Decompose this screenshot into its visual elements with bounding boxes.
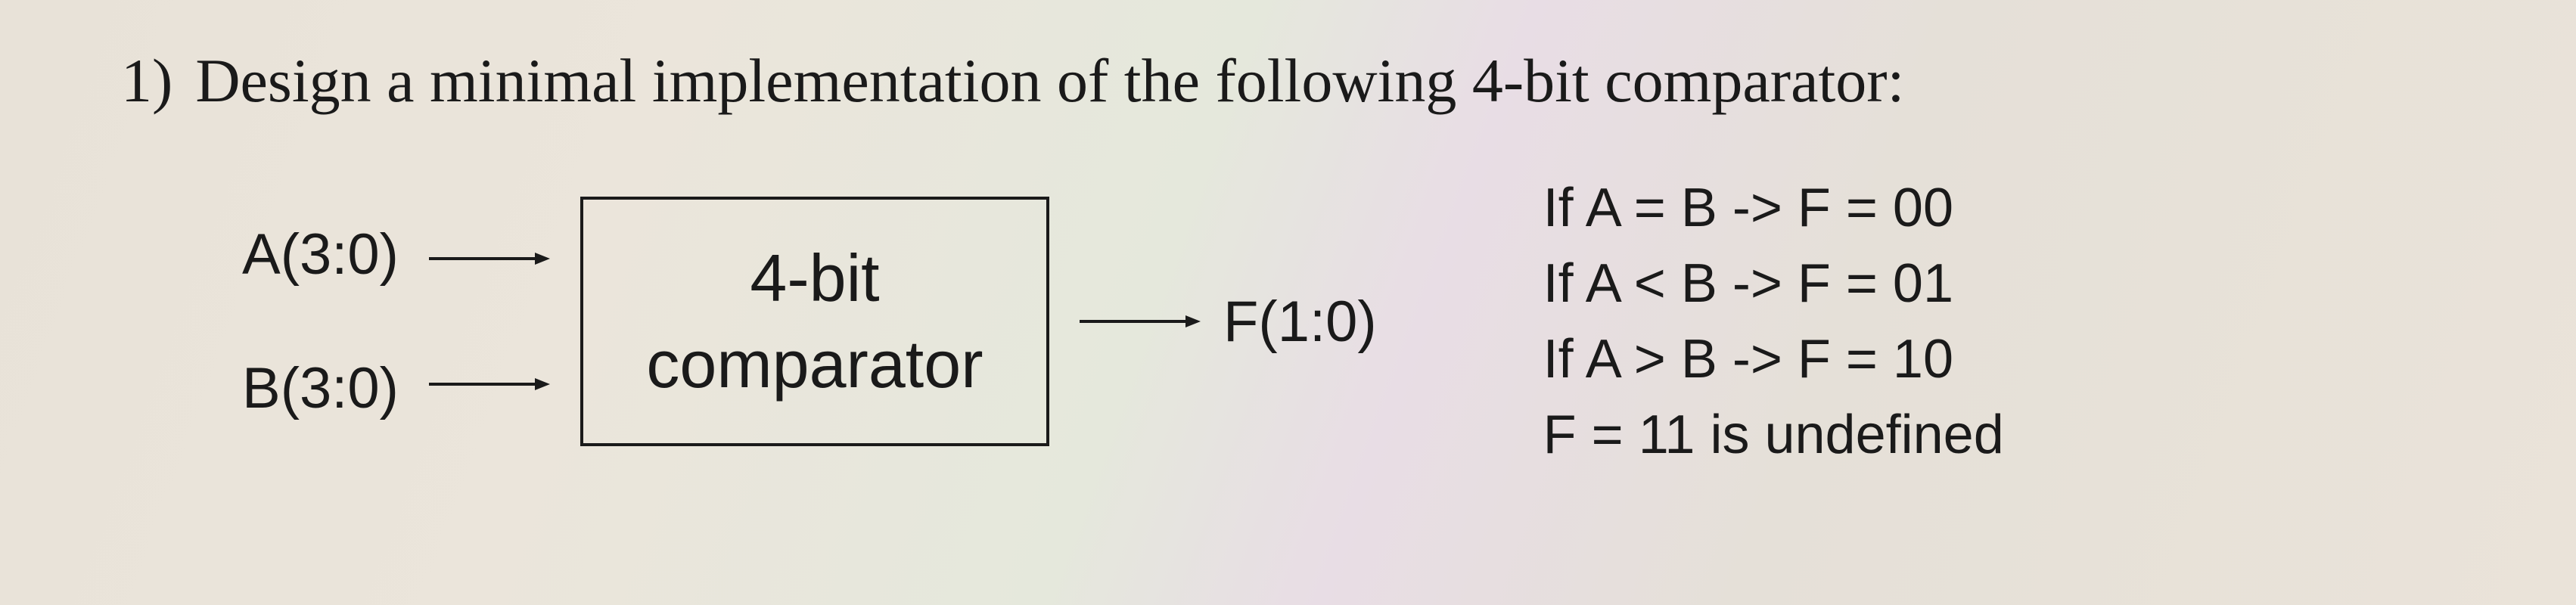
arrow-b <box>429 355 550 413</box>
input-b-label: B(3:0) <box>242 355 399 421</box>
question-text: Design a minimal implementation of the f… <box>195 45 1904 116</box>
box-line1: 4-bit <box>750 235 879 321</box>
arrow-right-icon <box>429 251 550 266</box>
input-a-label: A(3:0) <box>242 222 399 287</box>
arrow-output <box>1080 314 1201 329</box>
arrow-right-icon <box>1080 314 1201 329</box>
input-arrows <box>429 230 550 413</box>
condition-undef: F = 11 is undefined <box>1543 404 2004 466</box>
box-line2: comparator <box>646 321 983 408</box>
output-section: F(1:0) <box>1080 289 1377 355</box>
output-label: F(1:0) <box>1223 289 1377 355</box>
arrow-a <box>429 230 550 287</box>
condition-eq: If A = B -> F = 00 <box>1543 177 2004 239</box>
diagram-row: A(3:0) B(3:0) 4-bit comparator F(1:0) <box>242 177 2455 466</box>
comparator-box: 4-bit comparator <box>580 197 1049 446</box>
condition-lt: If A < B -> F = 01 <box>1543 253 2004 315</box>
arrow-right-icon <box>429 377 550 392</box>
conditions-column: If A = B -> F = 00 If A < B -> F = 01 If… <box>1543 177 2004 466</box>
question-number: 1) <box>121 45 172 116</box>
question-header: 1) Design a minimal implementation of th… <box>121 45 2455 116</box>
inputs-column: A(3:0) B(3:0) <box>242 222 399 421</box>
condition-gt: If A > B -> F = 10 <box>1543 328 2004 390</box>
